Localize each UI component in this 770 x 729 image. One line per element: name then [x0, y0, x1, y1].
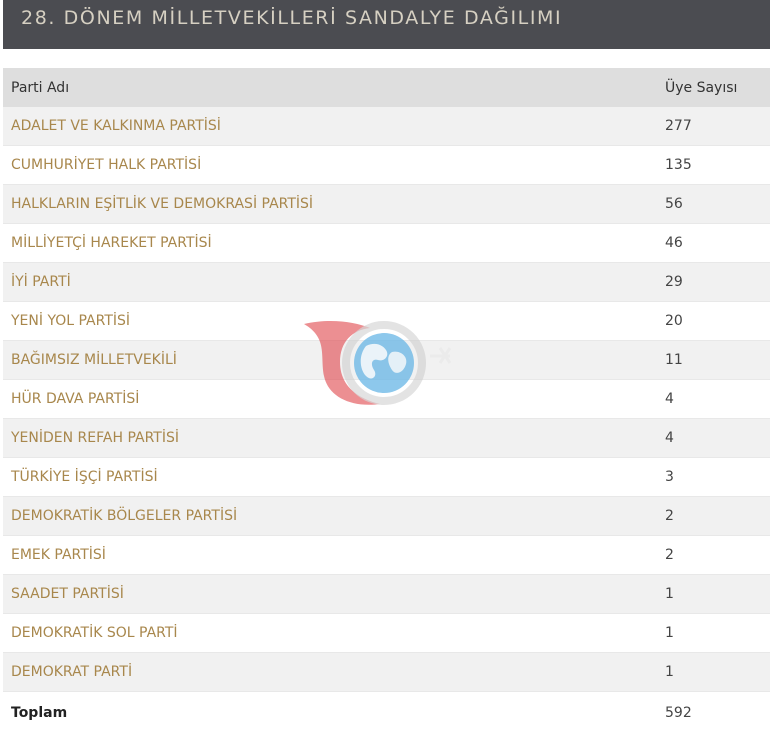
member-count: 2: [665, 508, 674, 524]
table-row: SAADET PARTİSİ 1: [3, 575, 770, 614]
member-count: 56: [665, 196, 683, 212]
member-count: 2: [665, 547, 674, 563]
column-header-members: Üye Sayısı: [665, 79, 738, 96]
party-name-link[interactable]: DEMOKRATİK SOL PARTİ: [11, 625, 178, 641]
member-count: 11: [665, 352, 683, 368]
member-count: 1: [665, 625, 674, 641]
party-name-link[interactable]: DEMOKRATİK BÖLGELER PARTİSİ: [11, 508, 237, 524]
table-row: DEMOKRATİK SOL PARTİ 1: [3, 614, 770, 653]
page-header: 28. DÖNEM MİLLETVEKİLLERİ SANDALYE DAĞIL…: [3, 0, 770, 49]
table-row: BAĞIMSIZ MİLLETVEKİLİ 11: [3, 341, 770, 380]
seat-distribution-table: Parti Adı Üye Sayısı ADALET VE KALKINMA …: [3, 68, 770, 729]
table-row: TÜRKİYE İŞÇİ PARTİSİ 3: [3, 458, 770, 497]
party-name-link[interactable]: TÜRKİYE İŞÇİ PARTİSİ: [11, 469, 158, 485]
table-row: DEMOKRAT PARTİ 1: [3, 653, 770, 692]
party-name-link[interactable]: SAADET PARTİSİ: [11, 586, 124, 602]
party-name-link[interactable]: EMEK PARTİSİ: [11, 547, 106, 563]
total-row: Toplam 592: [3, 692, 770, 729]
member-count: 29: [665, 274, 683, 290]
table-row: ADALET VE KALKINMA PARTİSİ 277: [3, 107, 770, 146]
member-count: 46: [665, 235, 683, 251]
total-label: Toplam: [11, 704, 68, 721]
party-name-link[interactable]: HALKLARIN EŞİTLİK VE DEMOKRASİ PARTİSİ: [11, 196, 313, 212]
table-row: YENİ YOL PARTİSİ 20: [3, 302, 770, 341]
table-row: DEMOKRATİK BÖLGELER PARTİSİ 2: [3, 497, 770, 536]
party-name-link[interactable]: İYİ PARTİ: [11, 274, 71, 290]
total-count: 592: [665, 704, 692, 721]
page-title: 28. DÖNEM MİLLETVEKİLLERİ SANDALYE DAĞIL…: [21, 7, 563, 29]
party-name-link[interactable]: YENİ YOL PARTİSİ: [11, 313, 130, 329]
party-name-link[interactable]: DEMOKRAT PARTİ: [11, 664, 132, 680]
party-name-link[interactable]: MİLLİYETÇİ HAREKET PARTİSİ: [11, 235, 212, 251]
party-name-link[interactable]: BAĞIMSIZ MİLLETVEKİLİ: [11, 352, 177, 368]
member-count: 3: [665, 469, 674, 485]
member-count: 20: [665, 313, 683, 329]
table-header: Parti Adı Üye Sayısı: [3, 68, 770, 107]
column-header-party: Parti Adı: [11, 79, 70, 96]
party-name-link[interactable]: HÜR DAVA PARTİSİ: [11, 391, 139, 407]
member-count: 4: [665, 430, 674, 446]
table-row: MİLLİYETÇİ HAREKET PARTİSİ 46: [3, 224, 770, 263]
member-count: 1: [665, 586, 674, 602]
member-count: 135: [665, 157, 692, 173]
table-row: EMEK PARTİSİ 2: [3, 536, 770, 575]
member-count: 4: [665, 391, 674, 407]
table-row: HÜR DAVA PARTİSİ 4: [3, 380, 770, 419]
table-body: ADALET VE KALKINMA PARTİSİ 277 CUMHURİYET …: [3, 107, 770, 692]
party-name-link[interactable]: YENİDEN REFAH PARTİSİ: [11, 430, 179, 446]
member-count: 277: [665, 118, 692, 134]
party-name-link[interactable]: ADALET VE KALKINMA PARTİSİ: [11, 118, 221, 134]
table-row: CUMHURİYET HALK PARTİSİ 135: [3, 146, 770, 185]
table-row: HALKLARIN EŞİTLİK VE DEMOKRASİ PARTİSİ 56: [3, 185, 770, 224]
table-row: YENİDEN REFAH PARTİSİ 4: [3, 419, 770, 458]
member-count: 1: [665, 664, 674, 680]
table-row: İYİ PARTİ 29: [3, 263, 770, 302]
party-name-link[interactable]: CUMHURİYET HALK PARTİSİ: [11, 157, 201, 173]
